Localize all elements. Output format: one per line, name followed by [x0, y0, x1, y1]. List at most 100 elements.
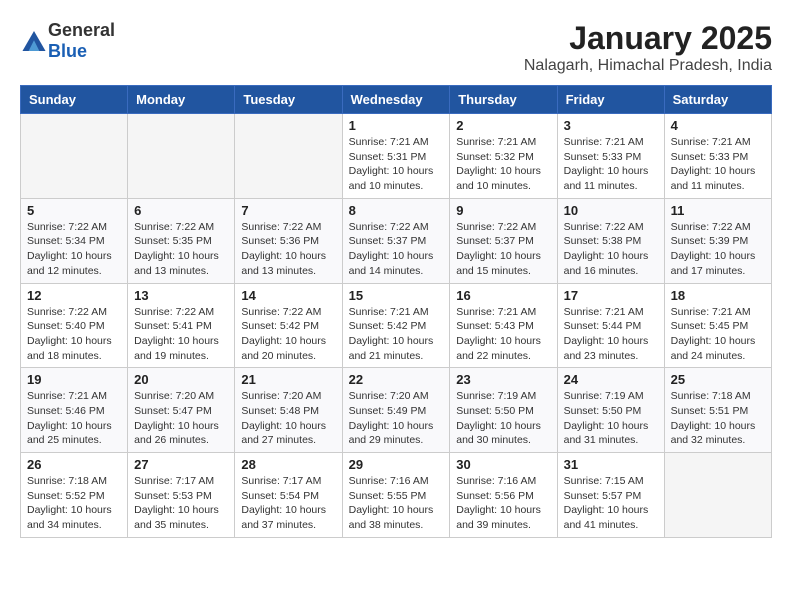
- day-number: 17: [564, 288, 658, 303]
- calendar-cell: 8 Sunrise: 7:22 AM Sunset: 5:37 PM Daylig…: [342, 198, 450, 283]
- calendar-cell: 31 Sunrise: 7:15 AM Sunset: 5:57 PM Dayli…: [557, 453, 664, 538]
- calendar-cell: [235, 114, 342, 199]
- calendar-cell: 17 Sunrise: 7:21 AM Sunset: 5:44 PM Dayli…: [557, 283, 664, 368]
- calendar-cell: 26 Sunrise: 7:18 AM Sunset: 5:52 PM Dayli…: [21, 453, 128, 538]
- day-info: Sunrise: 7:21 AM Sunset: 5:31 PM Dayligh…: [349, 135, 444, 194]
- day-number: 7: [241, 203, 335, 218]
- day-number: 9: [456, 203, 550, 218]
- day-number: 22: [349, 372, 444, 387]
- day-info: Sunrise: 7:20 AM Sunset: 5:49 PM Dayligh…: [349, 389, 444, 448]
- day-number: 23: [456, 372, 550, 387]
- weekday-header-friday: Friday: [557, 86, 664, 114]
- weekday-header-wednesday: Wednesday: [342, 86, 450, 114]
- day-number: 30: [456, 457, 550, 472]
- calendar-week-4: 19 Sunrise: 7:21 AM Sunset: 5:46 PM Dayli…: [21, 368, 772, 453]
- calendar-cell: [664, 453, 771, 538]
- day-info: Sunrise: 7:19 AM Sunset: 5:50 PM Dayligh…: [564, 389, 658, 448]
- day-number: 29: [349, 457, 444, 472]
- day-info: Sunrise: 7:17 AM Sunset: 5:54 PM Dayligh…: [241, 474, 335, 533]
- logo-general: General: [48, 20, 115, 40]
- day-info: Sunrise: 7:21 AM Sunset: 5:46 PM Dayligh…: [27, 389, 121, 448]
- calendar-cell: 1Sunrise: 7:21 AM Sunset: 5:31 PM Daylig…: [342, 114, 450, 199]
- calendar-cell: 27 Sunrise: 7:17 AM Sunset: 5:53 PM Dayli…: [128, 453, 235, 538]
- calendar-cell: [128, 114, 235, 199]
- calendar-cell: 5Sunrise: 7:22 AM Sunset: 5:34 PM Daylig…: [21, 198, 128, 283]
- day-info: Sunrise: 7:16 AM Sunset: 5:56 PM Dayligh…: [456, 474, 550, 533]
- day-number: 21: [241, 372, 335, 387]
- calendar-cell: 23 Sunrise: 7:19 AM Sunset: 5:50 PM Dayli…: [450, 368, 557, 453]
- day-number: 24: [564, 372, 658, 387]
- day-info: Sunrise: 7:18 AM Sunset: 5:52 PM Dayligh…: [27, 474, 121, 533]
- calendar-cell: 20 Sunrise: 7:20 AM Sunset: 5:47 PM Dayli…: [128, 368, 235, 453]
- calendar-week-3: 12 Sunrise: 7:22 AM Sunset: 5:40 PM Dayli…: [21, 283, 772, 368]
- day-number: 27: [134, 457, 228, 472]
- calendar-cell: 25Sunrise: 7:18 AM Sunset: 5:51 PM Dayli…: [664, 368, 771, 453]
- day-info: Sunrise: 7:22 AM Sunset: 5:37 PM Dayligh…: [349, 220, 444, 279]
- day-number: 8: [349, 203, 444, 218]
- day-number: 12: [27, 288, 121, 303]
- calendar-cell: 19 Sunrise: 7:21 AM Sunset: 5:46 PM Dayli…: [21, 368, 128, 453]
- logo-blue: Blue: [48, 41, 87, 61]
- day-number: 14: [241, 288, 335, 303]
- calendar-week-1: 1Sunrise: 7:21 AM Sunset: 5:31 PM Daylig…: [21, 114, 772, 199]
- day-info: Sunrise: 7:21 AM Sunset: 5:44 PM Dayligh…: [564, 305, 658, 364]
- day-info: Sunrise: 7:22 AM Sunset: 5:35 PM Dayligh…: [134, 220, 228, 279]
- calendar-cell: 28 Sunrise: 7:17 AM Sunset: 5:54 PM Dayli…: [235, 453, 342, 538]
- calendar-cell: 18 Sunrise: 7:21 AM Sunset: 5:45 PM Dayli…: [664, 283, 771, 368]
- weekday-header-sunday: Sunday: [21, 86, 128, 114]
- weekday-header-thursday: Thursday: [450, 86, 557, 114]
- day-info: Sunrise: 7:21 AM Sunset: 5:33 PM Dayligh…: [564, 135, 658, 194]
- day-number: 2: [456, 118, 550, 133]
- day-info: Sunrise: 7:22 AM Sunset: 5:34 PM Dayligh…: [27, 220, 121, 279]
- day-number: 13: [134, 288, 228, 303]
- weekday-header-monday: Monday: [128, 86, 235, 114]
- day-info: Sunrise: 7:21 AM Sunset: 5:32 PM Dayligh…: [456, 135, 550, 194]
- calendar-cell: 15Sunrise: 7:21 AM Sunset: 5:42 PM Dayli…: [342, 283, 450, 368]
- calendar-cell: 10 Sunrise: 7:22 AM Sunset: 5:38 PM Dayli…: [557, 198, 664, 283]
- calendar-cell: 22 Sunrise: 7:20 AM Sunset: 5:49 PM Dayli…: [342, 368, 450, 453]
- day-info: Sunrise: 7:22 AM Sunset: 5:39 PM Dayligh…: [671, 220, 765, 279]
- day-info: Sunrise: 7:17 AM Sunset: 5:53 PM Dayligh…: [134, 474, 228, 533]
- calendar-cell: 16Sunrise: 7:21 AM Sunset: 5:43 PM Dayli…: [450, 283, 557, 368]
- day-number: 26: [27, 457, 121, 472]
- day-info: Sunrise: 7:22 AM Sunset: 5:36 PM Dayligh…: [241, 220, 335, 279]
- day-number: 20: [134, 372, 228, 387]
- calendar-cell: 3 Sunrise: 7:21 AM Sunset: 5:33 PM Daylig…: [557, 114, 664, 199]
- day-info: Sunrise: 7:22 AM Sunset: 5:38 PM Dayligh…: [564, 220, 658, 279]
- day-number: 10: [564, 203, 658, 218]
- calendar-week-5: 26 Sunrise: 7:18 AM Sunset: 5:52 PM Dayli…: [21, 453, 772, 538]
- day-info: Sunrise: 7:19 AM Sunset: 5:50 PM Dayligh…: [456, 389, 550, 448]
- calendar-cell: 9 Sunrise: 7:22 AM Sunset: 5:37 PM Daylig…: [450, 198, 557, 283]
- day-info: Sunrise: 7:20 AM Sunset: 5:48 PM Dayligh…: [241, 389, 335, 448]
- day-number: 31: [564, 457, 658, 472]
- day-number: 18: [671, 288, 765, 303]
- title-block: January 2025 Nalagarh, Himachal Pradesh,…: [524, 20, 772, 75]
- day-number: 16: [456, 288, 550, 303]
- logo-icon: [22, 31, 46, 51]
- day-info: Sunrise: 7:16 AM Sunset: 5:55 PM Dayligh…: [349, 474, 444, 533]
- day-info: Sunrise: 7:22 AM Sunset: 5:37 PM Dayligh…: [456, 220, 550, 279]
- calendar-cell: 21 Sunrise: 7:20 AM Sunset: 5:48 PM Dayli…: [235, 368, 342, 453]
- weekday-header-saturday: Saturday: [664, 86, 771, 114]
- day-info: Sunrise: 7:22 AM Sunset: 5:41 PM Dayligh…: [134, 305, 228, 364]
- day-number: 28: [241, 457, 335, 472]
- day-info: Sunrise: 7:21 AM Sunset: 5:45 PM Dayligh…: [671, 305, 765, 364]
- day-info: Sunrise: 7:22 AM Sunset: 5:40 PM Dayligh…: [27, 305, 121, 364]
- calendar-cell: 14Sunrise: 7:22 AM Sunset: 5:42 PM Dayli…: [235, 283, 342, 368]
- day-number: 19: [27, 372, 121, 387]
- calendar-cell: [21, 114, 128, 199]
- calendar-cell: 24 Sunrise: 7:19 AM Sunset: 5:50 PM Dayli…: [557, 368, 664, 453]
- day-info: Sunrise: 7:21 AM Sunset: 5:33 PM Dayligh…: [671, 135, 765, 194]
- calendar-cell: 12 Sunrise: 7:22 AM Sunset: 5:40 PM Dayli…: [21, 283, 128, 368]
- day-number: 3: [564, 118, 658, 133]
- weekday-header-tuesday: Tuesday: [235, 86, 342, 114]
- day-info: Sunrise: 7:18 AM Sunset: 5:51 PM Dayligh…: [671, 389, 765, 448]
- calendar-cell: 11Sunrise: 7:22 AM Sunset: 5:39 PM Dayli…: [664, 198, 771, 283]
- month-title: January 2025: [524, 20, 772, 57]
- day-info: Sunrise: 7:15 AM Sunset: 5:57 PM Dayligh…: [564, 474, 658, 533]
- location-title: Nalagarh, Himachal Pradesh, India: [524, 57, 772, 75]
- day-info: Sunrise: 7:20 AM Sunset: 5:47 PM Dayligh…: [134, 389, 228, 448]
- calendar-cell: 13 Sunrise: 7:22 AM Sunset: 5:41 PM Dayli…: [128, 283, 235, 368]
- calendar-cell: 7 Sunrise: 7:22 AM Sunset: 5:36 PM Daylig…: [235, 198, 342, 283]
- calendar-cell: 29 Sunrise: 7:16 AM Sunset: 5:55 PM Dayli…: [342, 453, 450, 538]
